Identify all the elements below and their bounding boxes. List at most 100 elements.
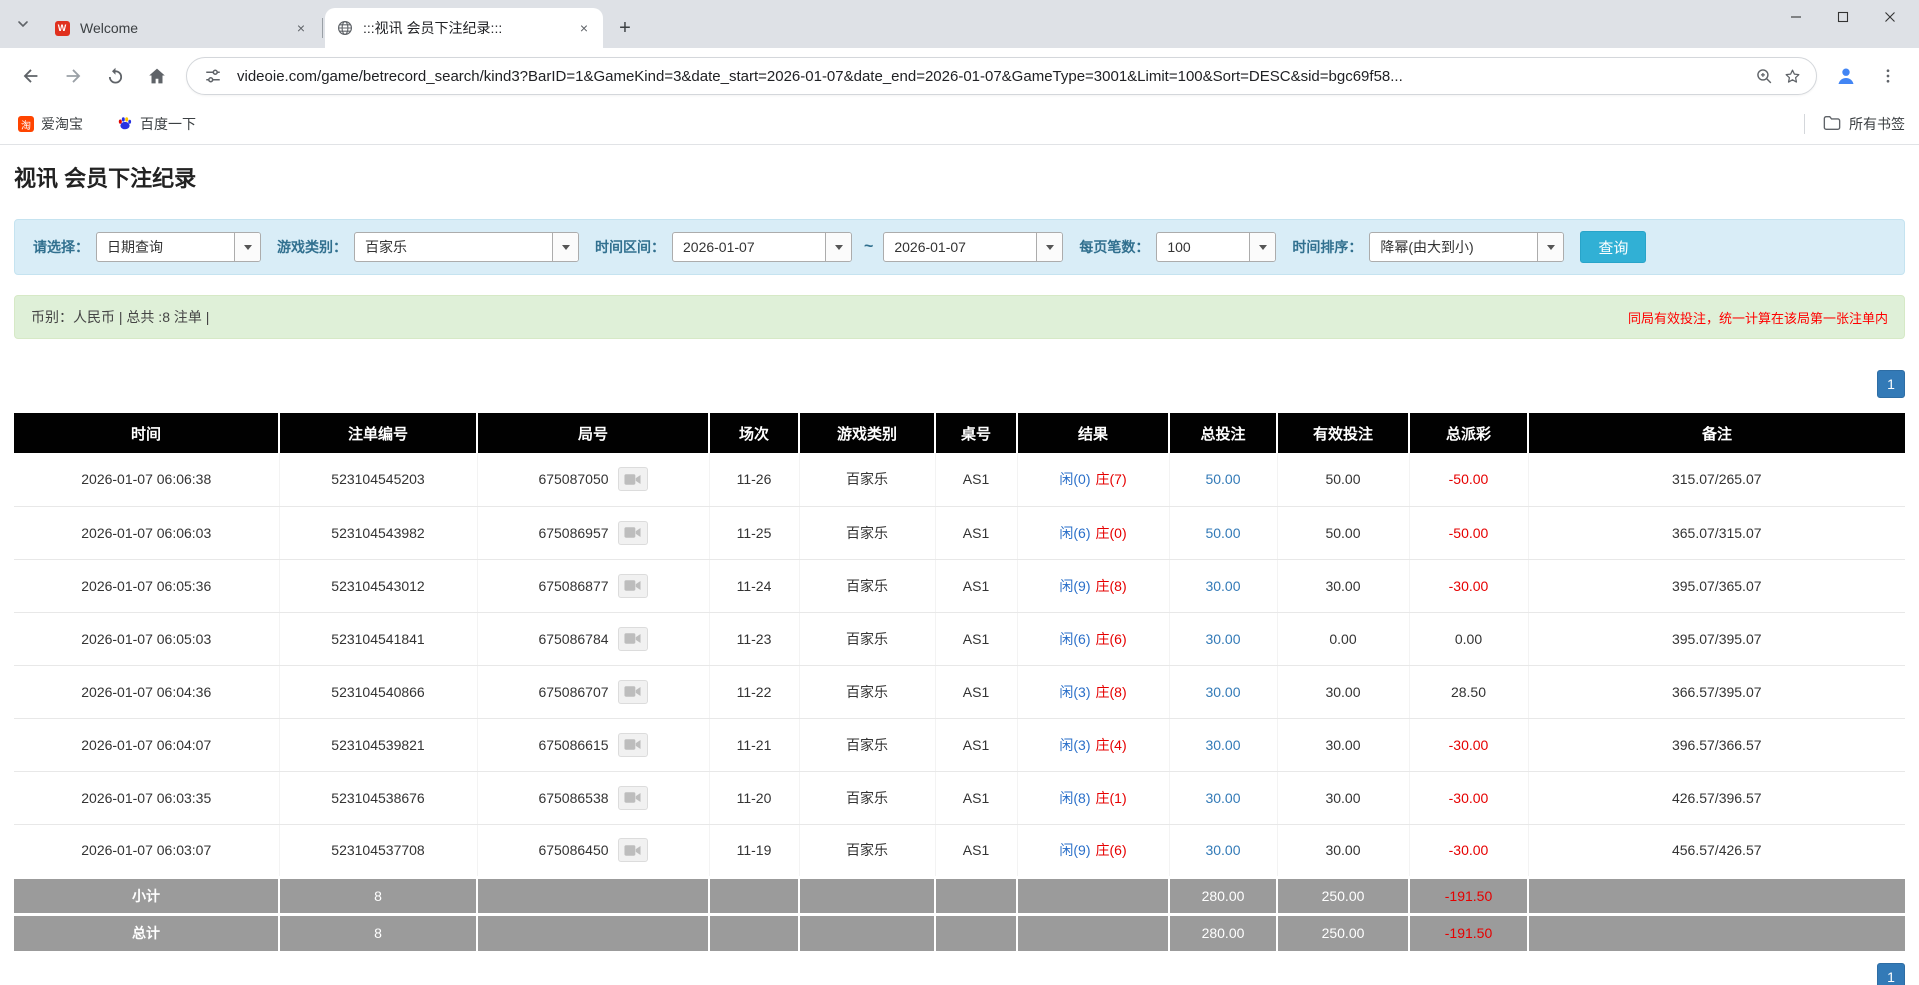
empty-cell [1017, 914, 1169, 951]
total-bet-link[interactable]: 30.00 [1205, 578, 1240, 594]
cell-result: 闲(3)庄(4) [1017, 718, 1169, 771]
video-replay-icon[interactable] [618, 521, 648, 545]
empty-cell [1017, 877, 1169, 914]
cell-session: 11-22 [709, 665, 799, 718]
bookmark-star-icon[interactable] [1778, 62, 1806, 90]
menu-kebab-icon[interactable] [1869, 57, 1907, 95]
total-payout: -191.50 [1409, 914, 1528, 951]
url-text[interactable]: videoie.com/game/betrecord_search/kind3?… [237, 68, 1750, 85]
total-row: 总计 8 280.00 250.00 -191.50 [14, 914, 1905, 951]
query-type-select[interactable]: 日期查询 [96, 232, 261, 262]
subtotal-valid-bet: 250.00 [1277, 877, 1409, 914]
cell-round: 675086957 [477, 506, 709, 559]
bookmark-baidu[interactable]: 百度一下 [113, 110, 200, 138]
chevron-down-icon[interactable] [825, 233, 851, 261]
result-player: 闲(8) [1059, 790, 1090, 806]
subtotal-payout: -191.50 [1409, 877, 1528, 914]
video-replay-icon[interactable] [618, 733, 648, 757]
sort-select[interactable]: 降幂(由大到小) [1369, 232, 1564, 262]
back-button[interactable] [12, 57, 50, 95]
column-header: 游戏类别 [799, 413, 935, 453]
new-tab-button[interactable]: + [611, 14, 639, 42]
cell-table: AS1 [935, 824, 1017, 877]
cell-bet-id: 523104543982 [279, 506, 477, 559]
video-replay-icon[interactable] [618, 574, 648, 598]
column-header: 总投注 [1169, 413, 1277, 453]
cell-time: 2026-01-07 06:04:36 [14, 665, 279, 718]
cell-total-bet: 30.00 [1169, 824, 1277, 877]
total-bet-link[interactable]: 30.00 [1205, 631, 1240, 647]
chevron-down-icon[interactable] [1537, 233, 1563, 261]
close-button[interactable] [1866, 0, 1913, 34]
video-replay-icon[interactable] [618, 467, 648, 491]
cell-note: 456.57/426.57 [1528, 824, 1905, 877]
forward-button[interactable] [54, 57, 92, 95]
video-replay-icon[interactable] [618, 786, 648, 810]
empty-cell [709, 877, 799, 914]
total-bet-link[interactable]: 30.00 [1205, 684, 1240, 700]
tab-title: Welcome [80, 20, 286, 36]
date-end-value: 2026-01-07 [884, 233, 1036, 261]
total-bet-link[interactable]: 50.00 [1205, 471, 1240, 487]
tab-search-chevron-icon[interactable] [8, 9, 38, 39]
globe-favicon-icon [337, 20, 353, 36]
cell-payout: -30.00 [1409, 559, 1528, 612]
cell-result: 闲(8)庄(1) [1017, 771, 1169, 824]
cell-session: 11-23 [709, 612, 799, 665]
cell-valid-bet: 50.00 [1277, 453, 1409, 506]
cell-payout: 0.00 [1409, 612, 1528, 665]
result-player: 闲(3) [1059, 737, 1090, 753]
table-row: 2026-01-07 06:03:07 523104537708 6750864… [14, 824, 1905, 877]
video-replay-icon[interactable] [618, 838, 648, 862]
chevron-down-icon[interactable] [234, 233, 260, 261]
total-bet-link[interactable]: 30.00 [1205, 790, 1240, 806]
minimize-button[interactable] [1772, 0, 1819, 34]
total-bet-link[interactable]: 30.00 [1205, 737, 1240, 753]
page-size-select[interactable]: 100 [1156, 232, 1276, 262]
tab-welcome[interactable]: W Welcome × [42, 8, 320, 48]
round-number: 675086957 [538, 525, 608, 541]
video-replay-icon[interactable] [618, 627, 648, 651]
empty-cell [799, 914, 935, 951]
chevron-down-icon[interactable] [1036, 233, 1062, 261]
bookmarks-separator [1804, 114, 1805, 134]
profile-avatar-icon[interactable] [1827, 57, 1865, 95]
cell-total-bet: 30.00 [1169, 559, 1277, 612]
table-body: 2026-01-07 06:06:38 523104545203 6750870… [14, 453, 1905, 877]
zoom-magnifier-icon[interactable] [1750, 62, 1778, 90]
tab-close-icon[interactable]: × [575, 19, 593, 37]
video-replay-icon[interactable] [618, 680, 648, 704]
table-row: 2026-01-07 06:04:07 523104539821 6750866… [14, 718, 1905, 771]
address-bar[interactable]: videoie.com/game/betrecord_search/kind3?… [186, 57, 1817, 95]
cell-valid-bet: 30.00 [1277, 665, 1409, 718]
pagination-page-button[interactable]: 1 [1877, 370, 1905, 398]
cell-result: 闲(9)庄(8) [1017, 559, 1169, 612]
chevron-down-icon[interactable] [552, 233, 578, 261]
tab-bet-record[interactable]: :::视讯 会员下注纪录::: × [325, 8, 603, 48]
reload-button[interactable] [96, 57, 134, 95]
round-number: 675087050 [538, 471, 608, 487]
baidu-paw-icon [117, 115, 133, 134]
tab-close-icon[interactable]: × [292, 19, 310, 37]
cell-note: 395.07/365.07 [1528, 559, 1905, 612]
date-start-select[interactable]: 2026-01-07 [672, 232, 852, 262]
bookmark-aitaobao[interactable]: 淘 爱淘宝 [14, 110, 87, 138]
total-bet-link[interactable]: 50.00 [1205, 525, 1240, 541]
cell-game: 百家乐 [799, 453, 935, 506]
table-row: 2026-01-07 06:06:03 523104543982 6750869… [14, 506, 1905, 559]
cell-bet-id: 523104543012 [279, 559, 477, 612]
all-bookmarks[interactable]: 所有书签 [1804, 114, 1905, 134]
game-kind-select[interactable]: 百家乐 [354, 232, 579, 262]
home-button[interactable] [138, 57, 176, 95]
maximize-button[interactable] [1819, 0, 1866, 34]
pagination-page-button[interactable]: 1 [1877, 963, 1905, 985]
chevron-down-icon[interactable] [1249, 233, 1275, 261]
all-bookmarks-label: 所有书签 [1849, 114, 1905, 134]
date-end-select[interactable]: 2026-01-07 [883, 232, 1063, 262]
column-header: 备注 [1528, 413, 1905, 453]
table-row: 2026-01-07 06:06:38 523104545203 6750870… [14, 453, 1905, 506]
site-settings-tune-icon[interactable] [199, 62, 227, 90]
search-button[interactable]: 查询 [1580, 231, 1646, 263]
result-player: 闲(0) [1059, 471, 1090, 487]
total-bet-link[interactable]: 30.00 [1205, 842, 1240, 858]
